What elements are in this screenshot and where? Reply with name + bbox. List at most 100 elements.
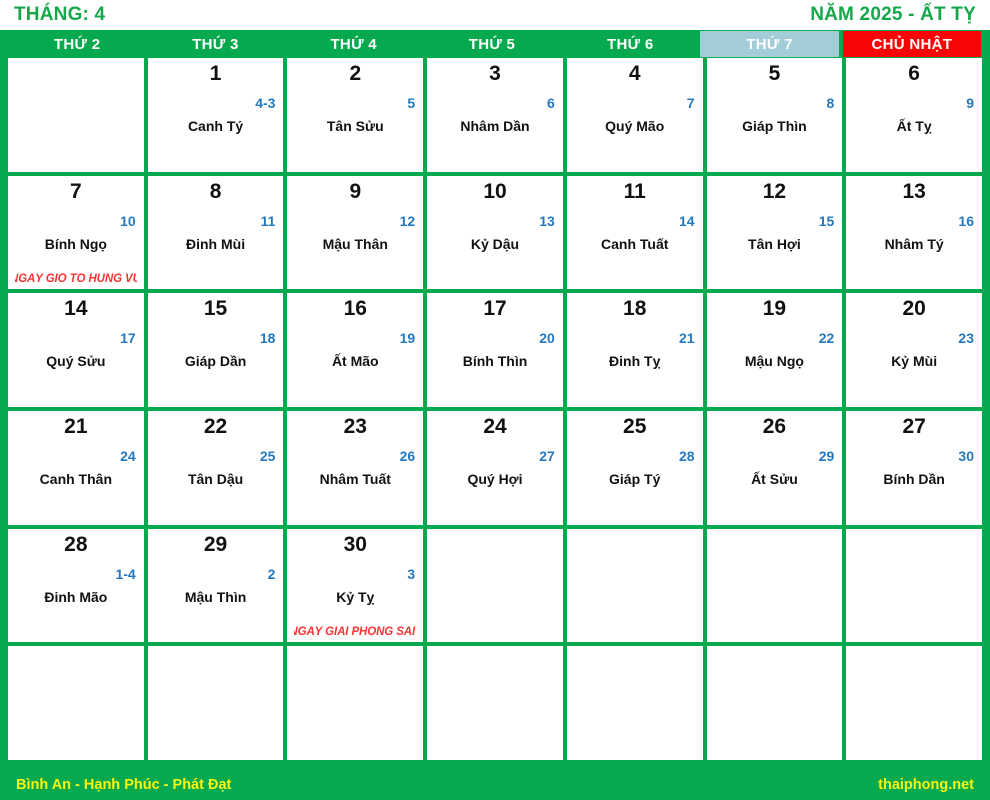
lunar-day-number: 2	[267, 565, 276, 582]
day-cell-content: 25 28 Giáp Tý	[574, 413, 696, 525]
day-cell-content: 21 24 Canh Thân	[15, 413, 137, 525]
solar-day-number: 5	[768, 62, 781, 85]
lunar-day-name: Nhâm Tý	[884, 235, 944, 252]
day-cell-empty	[846, 646, 982, 760]
calendar-frame: THỨ 2 THỨ 3 THỨ 4 THỨ 5 THỨ 6 THỨ 7 CHỦ NHẬT 1…	[0, 30, 990, 770]
lunar-day-name: Ất Mão	[331, 353, 379, 370]
day-cell[interactable]: 23 26 Nhâm Tuất	[287, 410, 424, 525]
solar-day-number: 11	[623, 179, 646, 203]
lunar-day-number: 9	[966, 95, 974, 111]
solar-day-number: 3	[489, 62, 501, 85]
day-cell-content: 16 19 Ất Mão	[294, 295, 416, 407]
day-cell-content: 24 27 Quý Hợi	[434, 413, 556, 525]
day-cell[interactable]: 16 19 Ất Mão	[287, 293, 424, 407]
day-cell[interactable]: 28 1-4 Đinh Mão	[8, 528, 144, 643]
day-cell-content: 1 4-3 Canh Tý	[155, 60, 277, 172]
day-cell[interactable]: 10 13 Kỷ Dậu	[427, 175, 563, 290]
day-cell-content: 19 22 Mậu Ngọ	[714, 295, 836, 407]
day-cell[interactable]: 3 6 Nhâm Dần	[427, 58, 563, 172]
day-cell[interactable]: 18 21 Đinh Tỵ	[566, 293, 703, 407]
day-cell-content	[714, 531, 836, 643]
day-cell-content: 6 9 Ất Tỵ	[853, 60, 975, 172]
day-cell[interactable]: 17 20 Bính Thìn	[427, 293, 563, 407]
solar-day-number: 20	[902, 297, 926, 321]
solar-day-number: 30	[343, 532, 367, 556]
day-cell-content: 29 2 Mậu Thìn	[155, 531, 277, 643]
lunar-day-number: 4-3	[255, 95, 276, 111]
day-cell[interactable]: 21 24 Canh Thân	[8, 410, 144, 525]
day-cell[interactable]: 4 7 Quý Mão	[566, 58, 703, 172]
day-cell[interactable]: 11 14 Canh Tuất	[566, 175, 703, 290]
lunar-day-name: Mậu Ngọ	[744, 353, 804, 370]
solar-day-number: 9	[349, 179, 362, 203]
lunar-day-name: Giáp Tý	[609, 470, 661, 487]
day-cell[interactable]: 19 22 Mậu Ngọ	[706, 293, 843, 407]
day-cell[interactable]: 2 5 Tân Sửu	[287, 58, 424, 172]
weekday-header-4: THỨ 5	[468, 35, 516, 53]
day-cell[interactable]: 26 29 Ất Sửu	[706, 410, 843, 525]
day-cell[interactable]: 22 25 Tân Dậu	[147, 410, 284, 525]
lunar-day-name: Giáp Dần	[184, 353, 247, 370]
day-cell-content: 11 14 Canh Tuất	[574, 178, 696, 290]
day-cell[interactable]: 13 16 Nhâm Tý	[846, 175, 982, 290]
day-cell-empty	[427, 528, 563, 643]
lunar-day-name: Đinh Mùi	[186, 235, 246, 252]
day-cell[interactable]: 6 9 Ất Tỵ	[846, 58, 982, 172]
solar-day-number: 12	[762, 179, 787, 203]
lunar-day-name: Quý Hợi	[467, 470, 523, 487]
day-cell[interactable]: 30 3 Kỷ Tỵ NGÀY GIẢI PHÓNG SÀI GÒN	[287, 528, 424, 643]
day-cell[interactable]: 7 10 Bính Ngọ NGÀY GIỖ TỔ HÙNG VƯƠNG	[8, 175, 144, 290]
day-cell-content	[853, 531, 975, 643]
day-cell-content	[714, 648, 836, 760]
day-cell[interactable]: 5 8 Giáp Thìn	[706, 58, 843, 172]
day-cell-empty	[8, 58, 144, 172]
day-cell[interactable]: 8 11 Đinh Mùi	[147, 175, 284, 290]
lunar-day-number: 24	[120, 447, 136, 464]
day-cell[interactable]: 14 17 Quý Sửu	[8, 293, 144, 407]
solar-day-number: 6	[908, 62, 920, 85]
year-title: NĂM 2025 - ẤT TỴ	[810, 4, 976, 25]
day-cell-content: 2 5 Tân Sửu	[294, 60, 416, 172]
day-cell-empty	[846, 528, 982, 643]
solar-day-number: 1	[209, 62, 222, 85]
day-cell[interactable]: 29 2 Mậu Thìn	[147, 528, 284, 643]
solar-day-number: 21	[64, 414, 88, 438]
weekday-header-6: THỨ 7	[700, 31, 839, 57]
day-cell[interactable]: 27 30 Bính Dần	[846, 410, 982, 525]
day-cell-content: 20 23 Kỷ Mùi	[853, 295, 975, 407]
lunar-day-name: Nhâm Tuất	[319, 470, 391, 487]
day-cell[interactable]: 15 18 Giáp Dần	[147, 293, 284, 407]
day-cell-empty	[147, 646, 284, 760]
solar-day-number: 16	[343, 297, 367, 321]
lunar-day-name: Canh Thân	[39, 470, 113, 487]
day-cell[interactable]: 20 23 Kỷ Mùi	[846, 293, 982, 407]
day-cell-empty	[566, 528, 703, 643]
day-cell-content	[155, 648, 277, 760]
day-cell[interactable]: 1 4-3 Canh Tý	[147, 58, 284, 172]
day-cell-content	[574, 648, 696, 760]
lunar-day-name: Đinh Mão	[44, 588, 108, 605]
lunar-day-number: 14	[678, 212, 695, 229]
solar-day-number: 4	[628, 62, 641, 85]
lunar-day-number: 3	[407, 565, 416, 582]
solar-day-number: 8	[209, 179, 222, 203]
lunar-day-number: 29	[818, 447, 835, 464]
lunar-day-name: Đinh Tỵ	[609, 353, 661, 370]
day-cell-content: 9 12 Mậu Thân	[294, 178, 416, 290]
calendar-page: THÁNG: 4 NĂM 2025 - ẤT TỴ THỨ 2 THỨ 3 THỨ …	[0, 0, 990, 800]
day-cell-content: 17 20 Bính Thìn	[434, 295, 556, 407]
lunar-day-number: 25	[259, 447, 276, 464]
lunar-day-name: Canh Tuất	[601, 235, 669, 252]
lunar-day-number: 12	[399, 212, 416, 229]
day-cell[interactable]: 12 15 Tân Hợi	[706, 175, 843, 290]
lunar-day-name: Ất Tỵ	[896, 118, 932, 134]
solar-day-number: 17	[483, 297, 507, 321]
day-cell-content: 18 21 Đinh Tỵ	[574, 295, 696, 407]
day-cell[interactable]: 24 27 Quý Hợi	[427, 410, 563, 525]
footer-website[interactable]: thaiphong.net	[878, 777, 974, 793]
lunar-day-number: 16	[958, 212, 974, 229]
day-cell[interactable]: 25 28 Giáp Tý	[566, 410, 703, 525]
day-cell[interactable]: 9 12 Mậu Thân	[287, 175, 424, 290]
day-cell-content: 14 17 Quý Sửu	[15, 295, 137, 407]
weekday-header-5: THỨ 6	[607, 35, 654, 53]
